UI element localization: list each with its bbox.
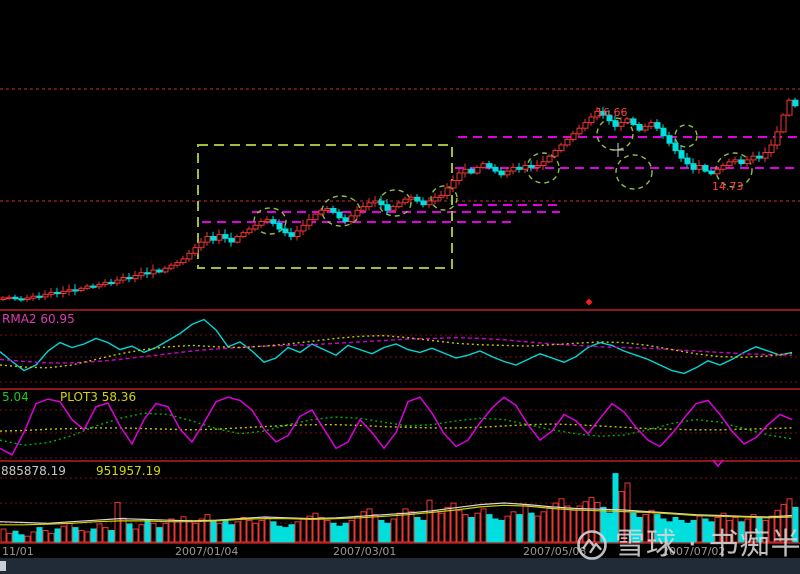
axis-date-label: 2007/01/04 xyxy=(175,545,239,558)
axis-date-label: 2007/03/01 xyxy=(333,545,397,558)
stock-chart-window: RMA2 60.95 5.04 PLOT3 58.36 885878.19 95… xyxy=(0,0,800,574)
scrollbar-thumb[interactable] xyxy=(0,561,6,571)
low-price-label: 14.73 xyxy=(712,180,744,193)
axis-date-label: 2007/07/02 xyxy=(662,545,726,558)
volume-value2-label: 951957.19 xyxy=(96,464,161,478)
pane2-indicator-label: PLOT3 58.36 xyxy=(60,390,137,404)
high-price-label: 16.66 xyxy=(596,106,628,119)
chart-canvas[interactable] xyxy=(0,0,800,574)
axis-date-label: 2007/05/08 xyxy=(523,545,587,558)
pane1-indicator-label: RMA2 60.95 xyxy=(2,312,75,326)
pane2-value-label: 5.04 xyxy=(2,390,29,404)
volume-value-label: 885878.19 xyxy=(1,464,66,478)
axis-date-label: 11/01 xyxy=(2,545,34,558)
date-axis: 11/01 2007/01/04 2007/03/01 2007/05/08 2007/… xyxy=(0,544,800,558)
bottom-scrollbar[interactable] xyxy=(0,558,800,574)
